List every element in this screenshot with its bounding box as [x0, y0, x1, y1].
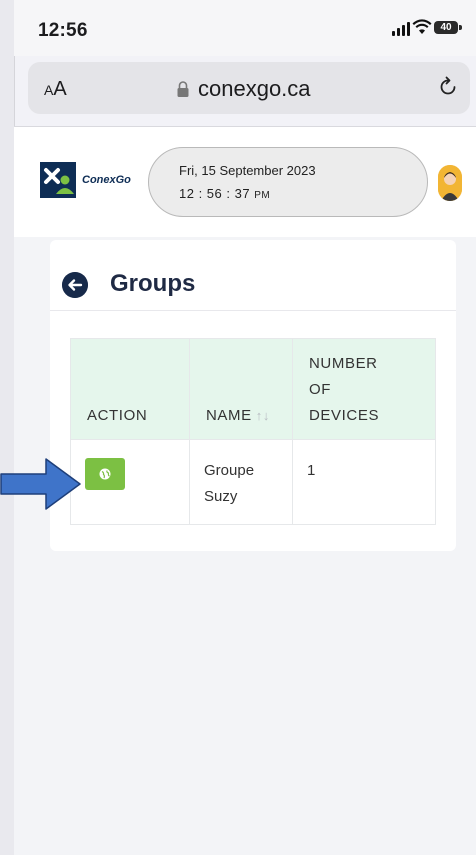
title-divider: [50, 310, 456, 311]
view-group-button[interactable]: [85, 458, 125, 490]
conexgo-logo[interactable]: ConexGo: [40, 162, 131, 198]
group-name-cell: Groupe Suzy: [189, 439, 293, 525]
logo-text: ConexGo: [82, 174, 131, 186]
address-bar[interactable]: AA conexgo.ca: [28, 62, 470, 114]
back-arrow-icon[interactable]: [62, 272, 88, 298]
page-title: Groups: [110, 270, 196, 297]
groups-table: ACTION NAME ↑↓ NUMBER OF DEVICES Groupe …: [70, 338, 436, 525]
signal-icon: [392, 22, 410, 36]
text-size-button[interactable]: AA: [44, 78, 67, 101]
current-date: Fri, 15 September 2023: [179, 163, 316, 178]
table-row: Groupe Suzy 1: [70, 439, 436, 525]
logo-mark-icon: [40, 162, 76, 198]
column-header-devices: NUMBER OF DEVICES: [292, 338, 436, 440]
current-time: 12 : 56 : 37 PM: [179, 186, 271, 201]
groups-card: Groups ACTION NAME↑↓ NUMBER OF DEVICES: [50, 240, 456, 551]
wifi-icon: [412, 19, 432, 34]
url-text: conexgo.ca: [198, 76, 311, 101]
table-header-row: ACTION NAME ↑↓ NUMBER OF DEVICES: [70, 338, 436, 440]
datetime-pill: Fri, 15 September 2023 12 : 56 : 37 PM: [148, 147, 428, 217]
battery-icon: 40: [434, 21, 458, 34]
device-count-cell: 1: [292, 439, 436, 525]
globe-icon: [99, 468, 111, 480]
site-header: ConexGo Fri, 15 September 2023 12 : 56 :…: [14, 127, 476, 237]
lock-icon: [177, 81, 189, 97]
battery-cap: [459, 25, 462, 30]
pointer-arrow-icon: [0, 458, 81, 510]
avatar[interactable]: [438, 165, 462, 201]
left-edge-strip: [0, 0, 15, 855]
action-cell: [70, 439, 190, 525]
url-display[interactable]: conexgo.ca: [176, 76, 311, 102]
sort-icon[interactable]: ↑↓: [256, 408, 270, 423]
column-header-action: ACTION: [70, 338, 190, 440]
reload-icon[interactable]: [436, 75, 460, 99]
column-header-name[interactable]: NAME ↑↓: [189, 338, 293, 440]
status-time: 12:56: [38, 20, 88, 41]
